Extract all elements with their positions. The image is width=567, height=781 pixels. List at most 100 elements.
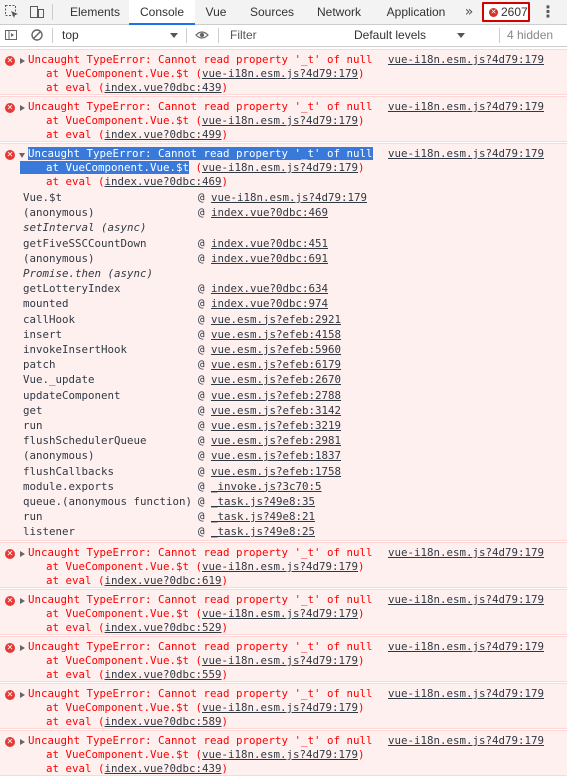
expand-triangle-icon[interactable] [20, 692, 25, 698]
frame-link[interactable]: vue-i18n.esm.js?4d79:179 [202, 701, 358, 714]
stack-location-link[interactable]: _task.js?49e8:21 [211, 510, 315, 523]
error-icon: ✕ [5, 690, 15, 700]
stack-location-link[interactable]: vue.esm.js?efeb:5960 [211, 343, 341, 356]
error-icon: ✕ [5, 56, 15, 66]
stack-function-name: getLotteryIndex [23, 282, 121, 296]
eye-icon[interactable] [195, 28, 209, 42]
frame-link[interactable]: vue-i18n.esm.js?4d79:179 [202, 161, 358, 174]
console-error-message[interactable]: ✕ Uncaught TypeError: Cannot read proper… [0, 730, 567, 776]
frame-link[interactable]: index.vue?0dbc:499 [105, 128, 222, 141]
error-icon: ✕ [5, 737, 15, 747]
context-selector[interactable]: top [62, 28, 79, 42]
tab-console[interactable]: Console [129, 0, 195, 25]
filter-input[interactable] [226, 26, 344, 44]
stack-location-link[interactable]: _task.js?49e8:25 [211, 525, 315, 538]
stack-location-link[interactable]: index.vue?0dbc:974 [211, 297, 328, 310]
source-link[interactable]: vue-i18n.esm.js?4d79:179 [388, 100, 544, 113]
tab-application[interactable]: Application [376, 0, 456, 24]
error-text: Uncaught TypeError: Cannot read property… [28, 734, 373, 747]
frame-link[interactable]: index.vue?0dbc:529 [105, 621, 222, 634]
source-link[interactable]: vue-i18n.esm.js?4d79:179 [388, 546, 544, 559]
stack-location-link[interactable]: vue.esm.js?efeb:2788 [211, 389, 341, 402]
toolbar-separator [499, 28, 500, 43]
source-link[interactable]: vue-i18n.esm.js?4d79:179 [388, 687, 544, 700]
source-link[interactable]: vue-i18n.esm.js?4d79:179 [388, 593, 544, 606]
stack-location-link[interactable]: vue.esm.js?efeb:2921 [211, 313, 341, 326]
error-text: Uncaught TypeError: Cannot read property… [28, 546, 373, 559]
stack-frame: at eval (index.vue?0dbc:559) [46, 668, 229, 681]
source-link[interactable]: vue-i18n.esm.js?4d79:179 [388, 640, 544, 653]
stack-location-link[interactable]: vue.esm.js?efeb:2670 [211, 373, 341, 386]
stack-function-name: (anonymous) [23, 449, 95, 463]
console-error-message-expanded[interactable]: ✕ Uncaught TypeError: Cannot read proper… [0, 143, 567, 541]
stack-frame: at VueComponent.Vue.$t (vue-i18n.esm.js?… [46, 560, 365, 573]
log-levels-dropdown[interactable]: Default levels [354, 28, 426, 42]
stack-location: @ _invoke.js?3c70:5 [198, 479, 322, 493]
console-error-message[interactable]: ✕ Uncaught TypeError: Cannot read proper… [0, 636, 567, 682]
stack-location: @ vue.esm.js?efeb:2921 [198, 312, 342, 326]
expand-triangle-icon[interactable] [20, 645, 25, 651]
tab-elements[interactable]: Elements [62, 0, 128, 24]
stack-location: @ vue.esm.js?efeb:3142 [198, 403, 342, 417]
stack-location-link[interactable]: vue.esm.js?efeb:3219 [211, 419, 341, 432]
collapse-triangle-icon[interactable] [19, 153, 25, 158]
tab-network[interactable]: Network [309, 0, 369, 24]
console-error-message[interactable]: ✕ Uncaught TypeError: Cannot read proper… [0, 683, 567, 729]
error-count-badge[interactable]: ✕ 2607 [482, 2, 530, 22]
frame-link[interactable]: index.vue?0dbc:439 [105, 81, 222, 94]
stack-location-link[interactable]: index.vue?0dbc:469 [211, 206, 328, 219]
frame-link[interactable]: vue-i18n.esm.js?4d79:179 [202, 67, 358, 80]
stack-location-link[interactable]: vue.esm.js?efeb:1758 [211, 465, 341, 478]
console-error-message[interactable]: ✕ Uncaught TypeError: Cannot read proper… [0, 589, 567, 635]
clear-console-icon[interactable] [30, 28, 44, 42]
tab-sources[interactable]: Sources [239, 0, 305, 24]
frame-link[interactable]: index.vue?0dbc:469 [105, 175, 222, 188]
stack-location-link[interactable]: vue-i18n.esm.js?4d79:179 [211, 191, 367, 204]
source-link[interactable]: vue-i18n.esm.js?4d79:179 [388, 53, 544, 66]
stack-location-link[interactable]: _task.js?49e8:35 [211, 495, 315, 508]
more-tabs-button[interactable]: » [462, 0, 476, 24]
stack-location: @ vue.esm.js?efeb:3219 [198, 419, 342, 432]
error-text: Uncaught TypeError: Cannot read property… [28, 100, 373, 113]
customize-menu-icon[interactable]: ⋮ [540, 0, 556, 24]
frame-link[interactable]: vue-i18n.esm.js?4d79:179 [202, 654, 358, 667]
stack-frame: at eval (index.vue?0dbc:469) [46, 175, 229, 188]
stack-function-name: listener [23, 525, 76, 539]
stack-location-link[interactable]: index.vue?0dbc:634 [211, 282, 328, 295]
stack-location-link[interactable]: vue.esm.js?efeb:1837 [211, 449, 341, 462]
stack-location-link[interactable]: vue.esm.js?efeb:6179 [211, 358, 341, 371]
stack-function-name: mounted [23, 297, 69, 311]
stack-location-link[interactable]: vue.esm.js?efeb:2981 [211, 434, 341, 447]
expand-triangle-icon[interactable] [20, 551, 25, 557]
expand-triangle-icon[interactable] [20, 105, 25, 111]
expand-triangle-icon[interactable] [20, 58, 25, 64]
expand-triangle-icon[interactable] [20, 598, 25, 604]
frame-link[interactable]: vue-i18n.esm.js?4d79:179 [202, 560, 358, 573]
frame-link[interactable]: vue-i18n.esm.js?4d79:179 [202, 114, 358, 127]
expand-triangle-icon[interactable] [20, 739, 25, 745]
stack-location-link[interactable]: index.vue?0dbc:691 [211, 252, 328, 265]
stack-location-link[interactable]: index.vue?0dbc:451 [211, 237, 328, 250]
show-sidebar-icon[interactable] [4, 28, 18, 42]
source-link[interactable]: vue-i18n.esm.js?4d79:179 [388, 734, 544, 747]
source-link[interactable]: vue-i18n.esm.js?4d79:179 [388, 147, 544, 160]
frame-link[interactable]: index.vue?0dbc:439 [105, 762, 222, 775]
stack-location-link[interactable]: vue.esm.js?efeb:3142 [211, 404, 341, 417]
tab-vue[interactable]: Vue [196, 0, 236, 24]
stack-location-link[interactable]: vue.esm.js?efeb:4158 [211, 328, 341, 341]
console-error-message[interactable]: ✕ Uncaught TypeError: Cannot read proper… [0, 542, 567, 588]
frame-link[interactable]: index.vue?0dbc:589 [105, 715, 222, 728]
error-text: Uncaught TypeError: Cannot read property… [28, 687, 373, 700]
frame-link[interactable]: vue-i18n.esm.js?4d79:179 [202, 748, 358, 761]
chevron-down-icon [457, 33, 465, 38]
console-error-message[interactable]: ✕ Uncaught TypeError: Cannot read proper… [0, 49, 567, 95]
stack-location: @ vue.esm.js?efeb:6179 [198, 358, 342, 372]
console-error-message[interactable]: ✕ Uncaught TypeError: Cannot read proper… [0, 96, 567, 142]
error-text: Uncaught TypeError: Cannot read property… [28, 593, 373, 606]
device-toolbar-icon[interactable] [29, 4, 45, 20]
inspect-element-icon[interactable] [4, 4, 20, 20]
frame-link[interactable]: vue-i18n.esm.js?4d79:179 [202, 607, 358, 620]
frame-link[interactable]: index.vue?0dbc:619 [105, 574, 222, 587]
frame-link[interactable]: index.vue?0dbc:559 [105, 668, 222, 681]
stack-location-link[interactable]: _invoke.js?3c70:5 [211, 480, 322, 493]
